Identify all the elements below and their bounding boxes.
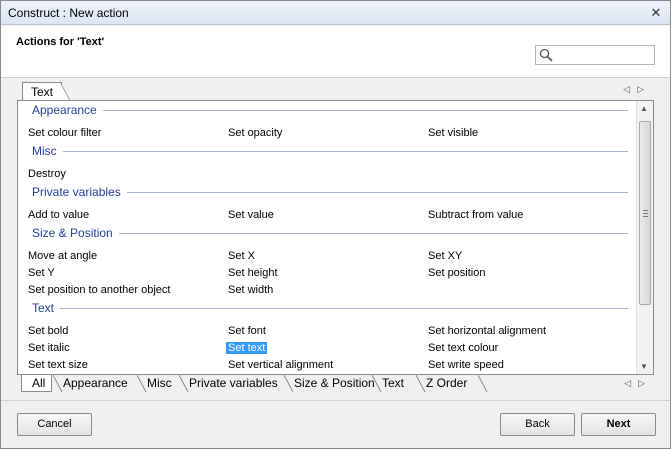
category-tab-scroll-arrows[interactable]: ◁▷ <box>624 378 652 389</box>
action-item[interactable]: Set write speed <box>428 359 504 371</box>
action-item[interactable]: Set Y <box>28 267 55 279</box>
action-item[interactable]: Set opacity <box>228 127 282 139</box>
action-item[interactable]: Set colour filter <box>28 127 101 139</box>
action-item[interactable]: Move at angle <box>28 250 97 262</box>
action-item[interactable]: Set height <box>228 267 278 279</box>
scroll-up-icon[interactable]: ▲ <box>640 104 648 113</box>
dialog-window: Construct : New action ✕ Actions for 'Te… <box>0 0 671 449</box>
back-button[interactable]: Back <box>500 413 575 436</box>
divider <box>1 400 670 401</box>
action-item[interactable]: Set visible <box>428 127 478 139</box>
title-bar: Construct : New action ✕ <box>1 1 670 25</box>
action-item[interactable]: Subtract from value <box>428 209 523 221</box>
category-tab-text[interactable]: Text <box>376 375 404 392</box>
cancel-button[interactable]: Cancel <box>17 413 92 436</box>
tab-right-icon[interactable]: ▷ <box>637 84 651 94</box>
section-divider <box>119 233 628 234</box>
section-title: Size & Position <box>32 226 113 240</box>
section-title: Private variables <box>32 185 121 199</box>
category-tab-all[interactable]: All <box>21 375 53 392</box>
action-item[interactable]: Set italic <box>28 342 70 354</box>
scrollbar-thumb[interactable] <box>639 121 651 305</box>
header-area: Actions for 'Text' <box>1 26 670 78</box>
action-item[interactable]: Set XY <box>428 250 462 262</box>
section-title: Appearance <box>32 103 97 117</box>
category-tab-misc[interactable]: Misc <box>141 375 172 392</box>
action-item[interactable]: Set position <box>428 267 485 279</box>
action-item[interactable]: Set X <box>228 250 255 262</box>
action-item[interactable]: Set text colour <box>428 342 498 354</box>
section-divider <box>63 151 628 152</box>
page-title: Actions for 'Text' <box>16 36 105 48</box>
search-icon <box>539 48 553 62</box>
action-item[interactable]: Destroy <box>28 168 66 180</box>
action-item[interactable]: Set bold <box>28 325 68 337</box>
tab-left-icon[interactable]: ◁ <box>623 84 637 94</box>
category-tab-private-variables[interactable]: Private variables <box>183 375 278 392</box>
action-item[interactable]: Set text size <box>28 359 88 371</box>
category-tab-z-order[interactable]: Z Order <box>420 375 467 392</box>
actions-panel: Appearance Set colour filter Set opacity Se… <box>17 100 654 375</box>
section-title: Misc <box>32 144 57 158</box>
category-tab-size-position[interactable]: Size & Position <box>288 375 375 392</box>
grip-icon <box>643 210 648 217</box>
category-right-icon[interactable]: ▷ <box>638 378 652 388</box>
scroll-down-icon[interactable]: ▼ <box>640 362 648 371</box>
category-tab-bar: ◁▷ All Appearance Misc Private variables Siz… <box>17 375 654 393</box>
action-item[interactable]: Set width <box>228 284 273 296</box>
action-item[interactable]: Set font <box>228 325 266 337</box>
action-item[interactable]: Set horizontal alignment <box>428 325 546 337</box>
window-title: Construct : New action <box>8 6 129 20</box>
action-item[interactable]: Set position to another object <box>28 284 170 296</box>
category-left-icon[interactable]: ◁ <box>624 378 638 388</box>
section-divider <box>127 192 628 193</box>
top-tab-bar: Text ◁▷ <box>17 82 653 101</box>
action-item[interactable]: Set vertical alignment <box>228 359 333 371</box>
section-title: Text <box>32 301 55 315</box>
tab-separator <box>478 375 488 392</box>
action-item[interactable]: Set value <box>228 209 274 221</box>
search-input[interactable] <box>556 47 652 63</box>
tab-scroll-arrows[interactable]: ◁▷ <box>623 84 651 95</box>
action-item[interactable]: Add to value <box>28 209 89 221</box>
section-divider <box>60 308 628 309</box>
tab-text[interactable]: Text <box>22 82 71 101</box>
category-tab-appearance[interactable]: Appearance <box>57 375 128 392</box>
next-button[interactable]: Next <box>581 413 656 436</box>
search-box[interactable] <box>535 45 655 65</box>
section-divider <box>103 110 628 111</box>
close-icon[interactable]: ✕ <box>648 5 664 21</box>
vertical-scrollbar[interactable]: ▲ ▼ <box>636 101 653 374</box>
actions-list: Appearance Set colour filter Set opacity Se… <box>18 101 636 374</box>
action-item-selected[interactable]: Set text <box>226 342 268 354</box>
